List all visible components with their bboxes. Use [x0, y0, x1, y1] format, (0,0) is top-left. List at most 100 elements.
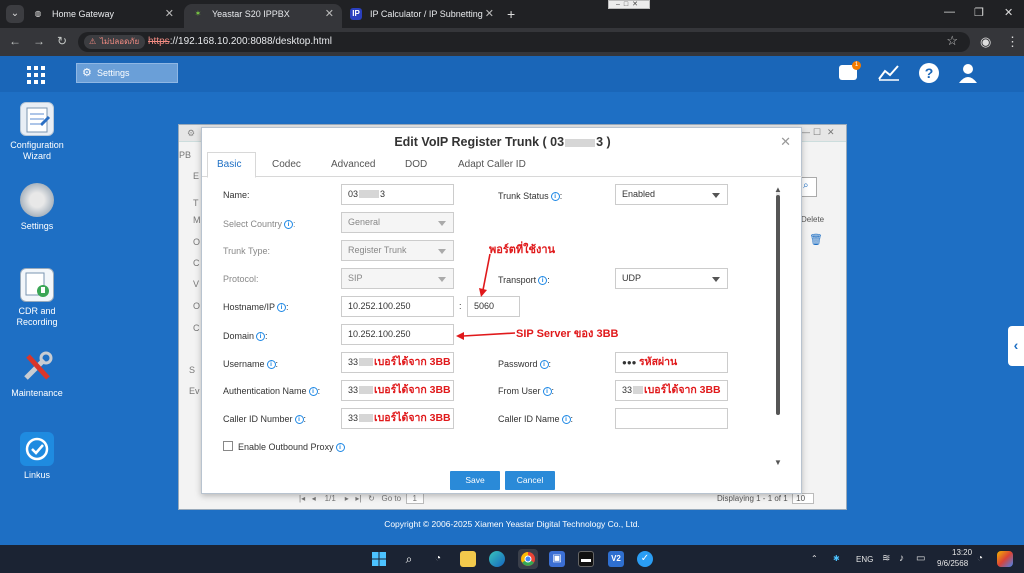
delete-trash-icon[interactable]: 🗑 — [809, 233, 823, 246]
cancel-button[interactable]: Cancel — [505, 471, 555, 490]
tab-basic[interactable]: Basic — [217, 159, 241, 170]
tab-search-button[interactable]: ⌄ — [6, 5, 24, 23]
trunk-type-select[interactable]: Register Trunk — [341, 240, 454, 261]
sidebar-item-event[interactable]: Ev — [189, 386, 200, 396]
sidebar-item-pbx[interactable]: PB — [179, 150, 191, 160]
sidebar-item[interactable]: E — [193, 171, 199, 181]
minimize-window-icon[interactable]: — — [944, 6, 955, 18]
sidebar-item[interactable]: O — [193, 237, 200, 247]
close-tab-icon[interactable]: ✕ — [325, 4, 334, 24]
close-tab-icon[interactable]: ✕ — [165, 4, 174, 24]
info-icon[interactable]: i — [542, 387, 552, 396]
help-icon[interactable]: ? — [919, 63, 939, 83]
clock-time[interactable]: 13:20 — [952, 548, 972, 557]
copilot-icon[interactable] — [997, 551, 1013, 567]
notification-bell-icon[interactable]: ◔ — [977, 553, 983, 564]
goto-input[interactable]: 1 — [405, 493, 424, 504]
linkus-taskbar-icon[interactable]: ✓ — [637, 551, 653, 567]
tab-codec[interactable]: Codec — [272, 159, 301, 170]
protocol-select[interactable]: SIP — [341, 268, 454, 289]
browser-tab-home-gateway[interactable]: ◍ Home Gateway ✕ — [24, 4, 182, 28]
file-explorer-icon[interactable] — [460, 551, 476, 567]
browser-menu-icon[interactable]: ⋮ — [1006, 34, 1019, 50]
resource-monitor-icon[interactable] — [877, 63, 901, 85]
auth-name-input[interactable]: 33 เบอร์ได้จาก 3BB — [341, 380, 454, 401]
next-page-icon[interactable]: ▸ — [345, 494, 349, 503]
info-icon[interactable]: i — [256, 332, 266, 341]
transport-select[interactable]: UDP — [615, 268, 728, 289]
bookmark-star-icon[interactable]: ☆ — [946, 33, 958, 49]
select-country-select[interactable]: General — [341, 212, 454, 233]
clock-date[interactable]: 9/6/2568 — [937, 559, 968, 568]
sidebar-item[interactable]: C — [193, 323, 200, 333]
expand-panel-tab[interactable]: ‹ — [1008, 326, 1024, 366]
refresh-icon[interactable]: ↻ — [368, 494, 375, 503]
form-scrollbar-thumb[interactable] — [776, 195, 780, 415]
show-hidden-icons[interactable]: ⌃ — [811, 554, 818, 563]
tab-advanced[interactable]: Advanced — [331, 159, 375, 170]
speedometer-app-icon[interactable]: ◔ — [430, 551, 446, 567]
desktop-icon-linkus[interactable]: Linkus — [6, 432, 68, 481]
info-icon[interactable]: i — [294, 415, 304, 424]
info-icon[interactable]: i — [284, 220, 294, 229]
windows-start-icon[interactable] — [371, 551, 387, 567]
browser-tab-ip-calculator[interactable]: IP IP Calculator / IP Subnetting ✕ — [342, 4, 502, 28]
callerid-name-input[interactable] — [615, 408, 728, 429]
port-input[interactable]: 5060 — [467, 296, 520, 317]
domain-input[interactable]: 10.252.100.250 — [341, 324, 454, 345]
from-user-input[interactable]: 33 เบอร์ได้จาก 3BB — [615, 380, 728, 401]
close-tab-icon[interactable]: ✕ — [485, 4, 494, 24]
chrome-browser-icon[interactable] — [518, 549, 538, 569]
edge-browser-icon[interactable] — [489, 551, 505, 567]
close-window-icon[interactable]: ✕ — [1004, 6, 1013, 19]
forward-icon[interactable]: → — [33, 34, 45, 48]
info-icon[interactable]: i — [538, 276, 548, 285]
search-icon[interactable]: ⌕ — [401, 551, 417, 567]
desktop-icon-settings[interactable]: Settings — [6, 183, 68, 232]
page-size-select[interactable]: 10 — [792, 493, 815, 504]
dialog-close-icon[interactable]: ✕ — [780, 134, 791, 150]
info-icon[interactable]: i — [266, 360, 276, 369]
info-icon[interactable]: i — [308, 387, 318, 396]
info-icon[interactable]: i — [277, 303, 287, 312]
callerid-number-input[interactable]: 33 เบอร์ได้จาก 3BB — [341, 408, 454, 429]
not-secure-badge[interactable]: ไม่ปลอดภัย — [84, 35, 146, 49]
browser-tab-yeastar[interactable]: ✶ Yeastar S20 IPPBX ✕ — [184, 4, 342, 28]
sidebar-item-system[interactable]: S — [189, 365, 195, 375]
volume-icon[interactable]: ♪ — [899, 553, 904, 564]
terminal-icon[interactable]: ▬ — [578, 551, 594, 567]
password-input[interactable]: ●●● รหัสผ่าน — [615, 352, 728, 373]
restore-window-icon[interactable]: ❐ — [974, 6, 984, 19]
trunk-status-select[interactable]: Enabled — [615, 184, 728, 205]
username-input[interactable]: 33 เบอร์ได้จาก 3BB — [341, 352, 454, 373]
sidebar-item[interactable]: T — [193, 198, 199, 208]
address-bar[interactable]: ไม่ปลอดภัย https://192.168.10.200:8088/d… — [78, 32, 970, 52]
sidebar-item[interactable]: C — [193, 258, 200, 268]
window-maximize-icon[interactable]: ☐ — [813, 127, 821, 138]
desktop-icon-maintenance[interactable]: Maintenance — [6, 350, 68, 399]
last-page-icon[interactable]: ▸| — [355, 494, 361, 503]
back-icon[interactable]: ← — [9, 34, 21, 48]
taskbar-settings-window[interactable]: ⚙ Settings — [76, 63, 178, 83]
tab-dod[interactable]: DOD — [405, 159, 427, 170]
desktop-icon-configuration-wizard[interactable]: Configuration Wizard — [6, 102, 68, 162]
remote-desktop-icon[interactable]: ▣ — [549, 551, 565, 567]
name-input[interactable]: 03 3 — [341, 184, 454, 205]
battery-icon[interactable]: ▭ — [916, 553, 925, 564]
notification-icon[interactable]: 1 — [839, 61, 861, 80]
save-button[interactable]: Save — [450, 471, 500, 490]
language-indicator[interactable]: ENG — [856, 555, 873, 564]
vnc-viewer-icon[interactable]: V2 — [608, 551, 624, 567]
desktop-icon-cdr-recording[interactable]: CDR and Recording — [6, 268, 68, 328]
hostname-input[interactable]: 10.252.100.250 — [341, 296, 454, 317]
info-icon[interactable]: i — [539, 360, 549, 369]
sidebar-item[interactable]: M — [193, 215, 201, 225]
enable-outbound-proxy-checkbox[interactable] — [223, 441, 233, 451]
reload-icon[interactable]: ↻ — [57, 34, 67, 48]
first-page-icon[interactable]: |◂ — [299, 494, 305, 503]
wifi-icon[interactable]: ≋ — [882, 553, 890, 564]
info-icon[interactable]: i — [561, 415, 571, 424]
profile-icon[interactable]: ◉ — [980, 34, 991, 50]
sidebar-item[interactable]: V — [193, 279, 199, 289]
tab-adapt-caller-id[interactable]: Adapt Caller ID — [458, 159, 526, 170]
